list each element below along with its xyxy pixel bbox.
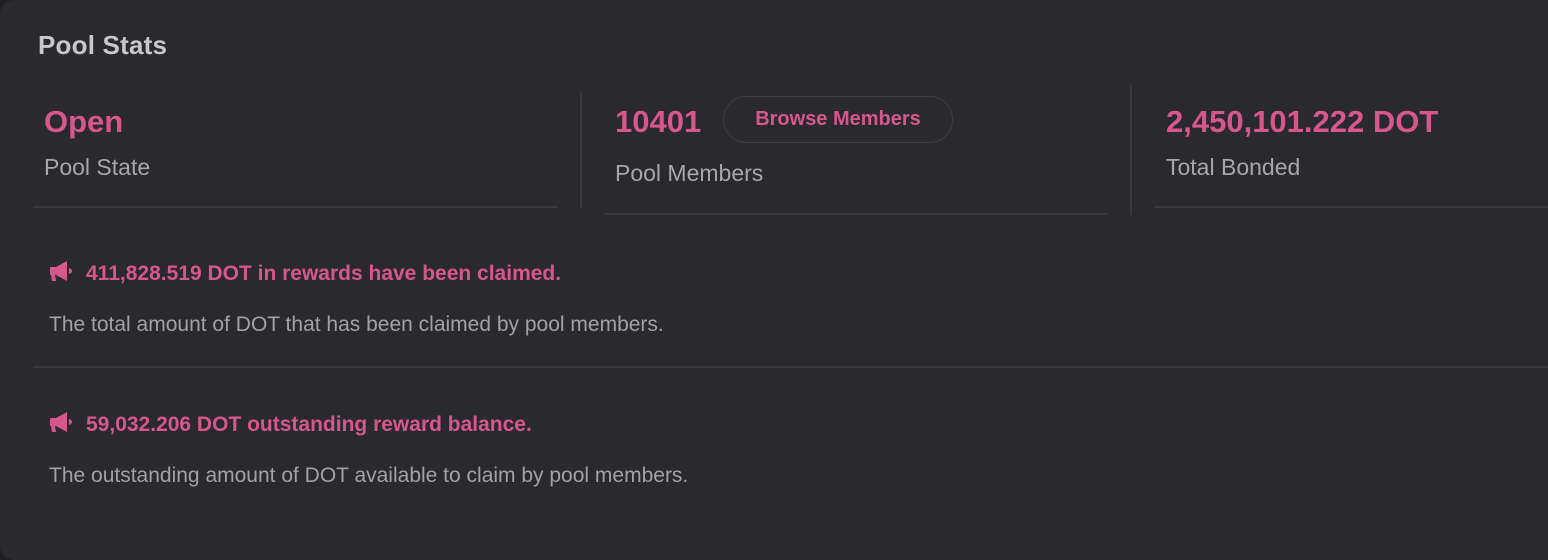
pool-members-value: 10401: [615, 104, 702, 139]
rewards-claimed-notice: 411,828.519 DOT in rewards have been cla…: [49, 259, 664, 337]
rewards-claimed-description: The total amount of DOT that has been cl…: [49, 313, 664, 336]
stat-divider: [33, 206, 557, 208]
stat-separator: [580, 92, 582, 208]
browse-members-button[interactable]: Browse Members: [723, 96, 953, 143]
megaphone-icon: [49, 259, 86, 289]
stat-separator: [1130, 85, 1132, 215]
outstanding-reward-notice: 59,032.206 DOT outstanding reward balanc…: [49, 410, 688, 488]
megaphone-icon: [49, 410, 86, 440]
rewards-claimed-heading: 411,828.519 DOT in rewards have been cla…: [86, 262, 562, 285]
outstanding-reward-heading: 59,032.206 DOT outstanding reward balanc…: [86, 413, 532, 436]
pool-state-label: Pool State: [44, 154, 151, 180]
card-title: Pool Stats: [38, 30, 168, 60]
outstanding-reward-description: The outstanding amount of DOT available …: [49, 464, 689, 487]
notice-divider: [33, 366, 1548, 368]
pool-state-value: Open: [44, 104, 124, 139]
total-bonded-label: Total Bonded: [1166, 154, 1301, 180]
stat-divider: [1155, 206, 1548, 208]
pool-stats-card: Pool Stats Open Pool State 10401 Pool Me…: [0, 0, 1548, 560]
total-bonded-value: 2,450,101.222 DOT: [1166, 104, 1439, 139]
stat-divider: [604, 213, 1108, 215]
pool-members-label: Pool Members: [615, 160, 764, 186]
